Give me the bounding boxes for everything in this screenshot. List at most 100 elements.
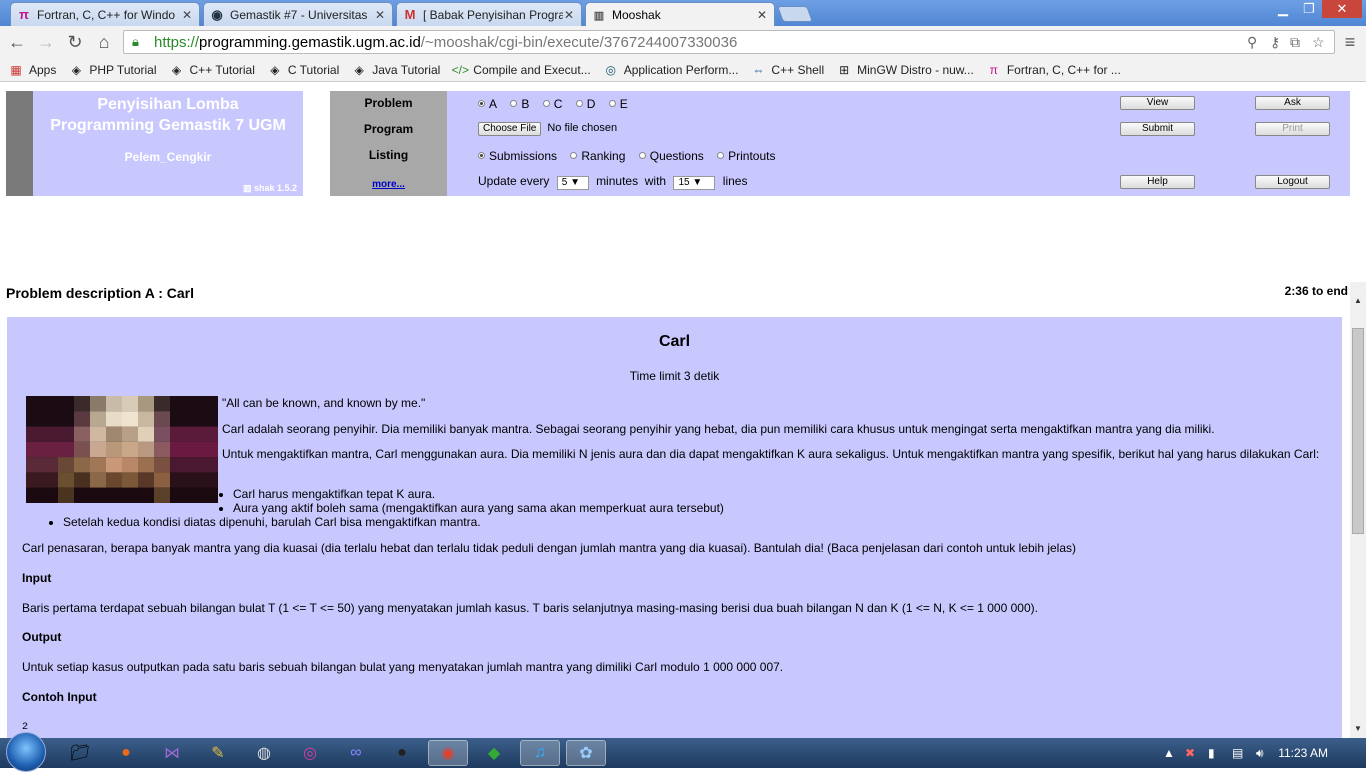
bookmark-label: C Tutorial	[287, 62, 340, 77]
listing-radio-questions[interactable]: Questions	[638, 148, 704, 163]
bookmark-mingw-distro[interactable]: ⊞ MinGW Distro - nuw...	[836, 62, 974, 78]
new-tab-button[interactable]	[777, 6, 813, 22]
bookmark-cpp-tutorial[interactable]: ◈ C++ Tutorial	[169, 62, 255, 78]
home-icon[interactable]: ⌂	[94, 32, 114, 52]
system-clock[interactable]: 11:23 AM	[1278, 746, 1328, 760]
choose-file-button[interactable]: Choose File	[478, 122, 542, 136]
more-link[interactable]: more...	[372, 179, 405, 190]
radio-icon	[510, 100, 518, 107]
diamond-icon: ◈	[354, 62, 364, 77]
help-button[interactable]: Help	[1120, 175, 1195, 189]
problem-radio-a[interactable]: A	[478, 97, 497, 111]
bookmark-java-tutorial[interactable]: ◈ Java Tutorial	[351, 62, 441, 78]
bookmark-application-perform[interactable]: ◎ Application Perform...	[603, 62, 738, 78]
update-lines-select[interactable]: 15 ▼	[673, 176, 716, 190]
problem-radio-d[interactable]: D	[575, 97, 595, 111]
chrome-icon[interactable]: ◉	[428, 740, 468, 766]
pencil-tool-icon[interactable]: ✎	[198, 740, 238, 766]
windows-taskbar: 📁︎ ● ⋈ ✎ ◍ ◎ ∞ ● ◉ ◆ ♫ ✿ ▲ ✖ ▮ ▤ 🔊︎ 11:2…	[0, 732, 1366, 772]
bookmark-fortran[interactable]: π Fortran, C, C++ for ...	[986, 62, 1121, 78]
browser-tab-3[interactable]: M [ Babak Penyisihan Progra ✕	[396, 2, 582, 26]
print-button[interactable]: Print	[1255, 122, 1330, 136]
input-description: Baris pertama terdapat sebuah bilangan b…	[22, 601, 1038, 615]
update-minutes-select[interactable]: 5 ▼	[556, 176, 589, 190]
browser-tab-1[interactable]: π Fortran, C, C++ for Windo ✕	[10, 2, 200, 26]
listing-radio-printouts[interactable]: Printouts	[717, 149, 775, 163]
radio-icon	[638, 152, 646, 159]
menu-icon[interactable]: ≡	[1340, 32, 1360, 52]
problem-radio-c[interactable]: C	[542, 97, 562, 111]
scrollbar-thumb[interactable]	[1352, 328, 1364, 534]
list-item: Setelah kedua kondisi diatas dipenuhi, b…	[63, 515, 481, 529]
bookmark-php-tutorial[interactable]: ◈ PHP Tutorial	[68, 62, 157, 78]
close-icon[interactable]: ✕	[756, 8, 768, 22]
bookmark-apps[interactable]: ▦ Apps	[8, 62, 56, 78]
problem-header: Problem description A : Carl	[6, 285, 194, 301]
listing-radio-submissions[interactable]: Submissions	[478, 149, 557, 163]
arrows-icon: ⇔	[752, 62, 765, 77]
bookmark-c-tutorial[interactable]: ◈ C Tutorial	[267, 62, 339, 78]
logout-button[interactable]: Logout	[1255, 175, 1330, 189]
back-icon[interactable]: ←	[7, 32, 27, 52]
ask-button[interactable]: Ask	[1255, 96, 1330, 110]
condition-list-continued: Setelah kedua kondisi diatas dipenuhi, b…	[63, 515, 481, 529]
circle-icon: ◎	[605, 62, 616, 77]
close-icon[interactable]: ✕	[563, 8, 575, 22]
apps-grid-icon: ▦	[10, 62, 22, 77]
address-bar[interactable]: 🔒︎ https://programming.gemastik.ugm.ac.i…	[123, 30, 1335, 54]
infinity-icon[interactable]: ∞	[336, 740, 376, 766]
scroll-up-icon[interactable]: ▲	[1350, 296, 1366, 305]
lock-icon: 🔒︎	[132, 34, 139, 49]
radio-icon	[608, 100, 616, 107]
browser-tab-4-active[interactable]: ▥ Mooshak ✕	[585, 2, 775, 27]
search-icon[interactable]: ⚲	[1247, 34, 1257, 51]
browser-tab-2[interactable]: ◉ Gemastik #7 - Universitas ✕	[203, 2, 393, 26]
close-icon[interactable]: ✕	[181, 8, 193, 22]
contest-title-line2: Programming Gemastik 7 UGM	[50, 117, 286, 134]
translate-icon[interactable]: ⧉	[1290, 34, 1300, 51]
music-icon[interactable]: ♫	[520, 740, 560, 766]
listing-radio-ranking[interactable]: Ranking	[570, 149, 625, 163]
bookmark-label: Java Tutorial	[372, 62, 441, 77]
close-icon[interactable]: ✕	[374, 8, 386, 22]
radio-label: Questions	[649, 148, 704, 163]
restore-icon[interactable]: ❐	[1296, 0, 1322, 18]
ball-icon[interactable]: ●	[382, 740, 422, 766]
radio-checked-icon	[478, 100, 485, 107]
bookmark-compile-execute[interactable]: </> Compile and Execut...	[452, 62, 591, 78]
problem-radio-e[interactable]: E	[608, 97, 628, 111]
view-button[interactable]: View	[1120, 96, 1195, 110]
battery-icon[interactable]: ▮	[1208, 746, 1215, 760]
radio-label: B	[521, 96, 530, 111]
app-icon[interactable]: ◎	[290, 740, 330, 766]
firefox-icon[interactable]: ●	[106, 740, 146, 766]
tab-title: Gemastik #7 - Universitas	[230, 7, 368, 22]
problem-radio-b[interactable]: B	[510, 97, 529, 111]
media-icon[interactable]: ◍	[244, 740, 284, 766]
radio-icon	[575, 100, 583, 107]
bookmark-cpp-shell[interactable]: ⇔ C++ Shell	[750, 62, 824, 78]
visual-studio-icon[interactable]: ⋈	[152, 740, 192, 766]
scroll-down-icon[interactable]: ▼	[1350, 724, 1366, 733]
submit-button[interactable]: Submit	[1120, 122, 1195, 136]
key-icon[interactable]: ⚷	[1270, 34, 1280, 51]
output-heading: Output	[22, 630, 62, 644]
volume-icon[interactable]: 🔊︎	[1256, 746, 1264, 761]
version-label: ▥ shak 1.5.2	[243, 183, 297, 194]
globe-icon[interactable]: ◆	[474, 740, 514, 766]
network-error-icon[interactable]: ✖	[1185, 746, 1195, 760]
no-file-label: No file chosen	[547, 122, 618, 134]
paint-icon[interactable]: ✿	[566, 740, 606, 766]
minimize-icon[interactable]: ▁	[1270, 0, 1296, 18]
bookmark-label: Fortran, C, C++ for ...	[1006, 62, 1121, 77]
pixelated-portrait-image	[26, 396, 218, 503]
forward-icon[interactable]: →	[36, 32, 56, 52]
start-button[interactable]	[6, 732, 46, 772]
star-icon[interactable]: ☆	[1312, 34, 1325, 51]
show-hidden-icons-icon[interactable]: ▲	[1163, 746, 1175, 760]
close-window-icon[interactable]: ✕	[1322, 0, 1362, 18]
reload-icon[interactable]: ↻	[65, 32, 85, 52]
network-icon[interactable]: ▤	[1232, 746, 1243, 760]
vertical-scrollbar[interactable]: ▲ ▼	[1350, 282, 1366, 738]
explorer-icon[interactable]: 📁︎	[60, 740, 100, 766]
